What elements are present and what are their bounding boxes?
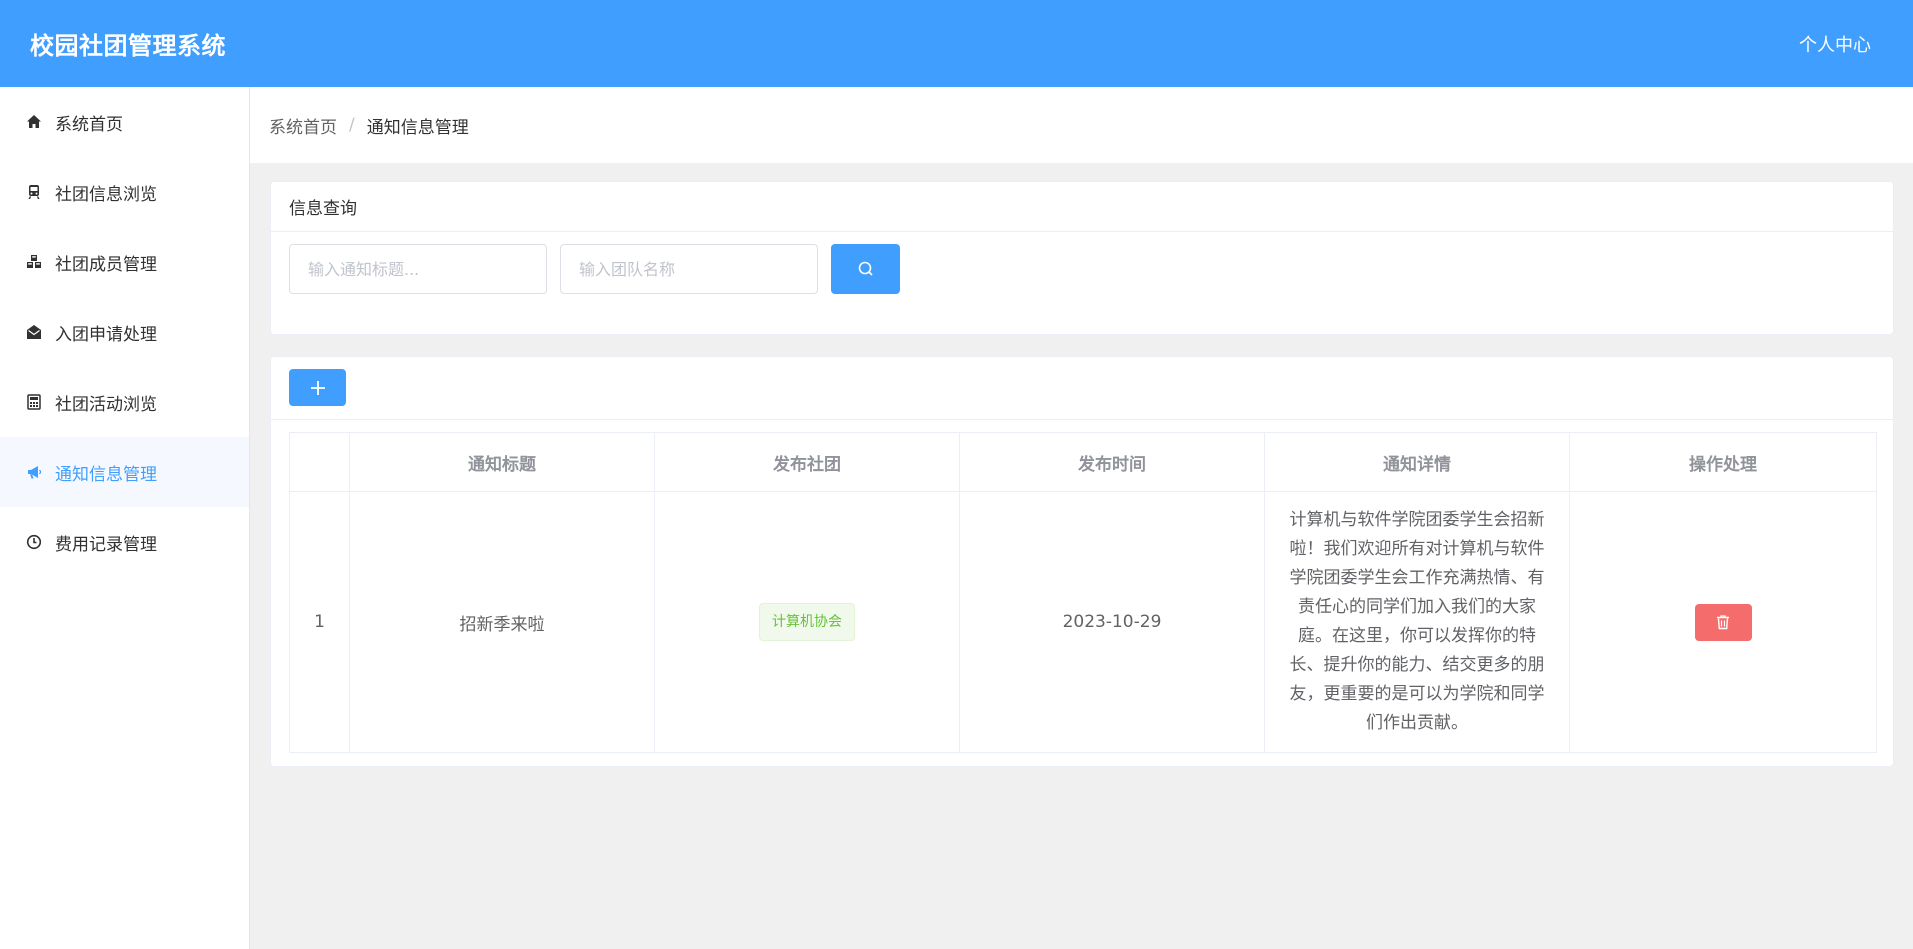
sidebar: 系统首页 社团信息浏览 社团成员管理 入团申请处理 社团活动浏览 通知信息管理: [0, 87, 250, 949]
sidebar-item-applications[interactable]: 入团申请处理: [0, 297, 249, 367]
table-header-row: 通知标题 发布社团 发布时间 通知详情 操作处理: [289, 432, 1877, 492]
column-header-time: 发布时间: [959, 432, 1265, 492]
breadcrumb-separator: /: [349, 115, 355, 135]
search-button[interactable]: [831, 244, 900, 294]
search-panel: 信息查询: [270, 181, 1894, 335]
search-row: [271, 232, 1893, 306]
sidebar-item-club-info[interactable]: 社团信息浏览: [0, 157, 249, 227]
sidebar-item-label: 入团申请处理: [55, 324, 157, 345]
sidebar-item-home[interactable]: 系统首页: [0, 87, 249, 157]
column-header-title: 通知标题: [349, 432, 655, 492]
column-header-club: 发布社团: [654, 432, 960, 492]
delete-button[interactable]: [1694, 603, 1752, 641]
breadcrumb-current: 通知信息管理: [366, 117, 469, 138]
notice-title-input[interactable]: [289, 244, 547, 294]
table-row: 1 招新季来啦 计算机协会 2023-10-29 计算机与软件学院团委学生会招新…: [289, 491, 1877, 753]
search-panel-title: 信息查询: [271, 182, 1893, 232]
user-center-link[interactable]: 个人中心: [1799, 31, 1871, 57]
breadcrumb-home[interactable]: 系统首页: [269, 113, 337, 138]
table-toolbar: [271, 357, 1893, 420]
sidebar-item-label: 通知信息管理: [55, 464, 157, 485]
team-name-input[interactable]: [560, 244, 818, 294]
table-wrapper: 通知标题 发布社团 发布时间 通知详情 操作处理 1 招新季来啦 计算机协会 2…: [271, 420, 1893, 765]
plus-icon: [310, 380, 325, 395]
row-index: 1: [289, 491, 350, 753]
column-header-detail: 通知详情: [1264, 432, 1570, 492]
bullhorn-icon: [25, 463, 43, 481]
club-cell: 计算机协会: [654, 491, 960, 753]
app-title: 校园社团管理系统: [30, 32, 226, 60]
sidebar-item-members[interactable]: 社团成员管理: [0, 227, 249, 297]
notice-detail: 计算机与软件学院团委学生会招新啦！我们欢迎所有对计算机与软件学院团委学生会工作充…: [1264, 491, 1570, 753]
club-tag: 计算机协会: [759, 603, 855, 641]
search-icon: [858, 261, 873, 276]
top-header: 校园社团管理系统 个人中心: [0, 0, 1913, 87]
publish-time: 2023-10-29: [959, 491, 1265, 753]
envelope-open-icon: [25, 323, 43, 341]
sidebar-item-label: 系统首页: [55, 114, 123, 135]
notice-title: 招新季来啦: [349, 491, 655, 753]
column-header-actions: 操作处理: [1569, 432, 1877, 492]
sidebar-item-label: 社团信息浏览: [55, 184, 157, 205]
breadcrumb: 系统首页 / 通知信息管理: [250, 87, 1913, 163]
actions-cell: [1569, 491, 1877, 753]
sidebar-item-activities[interactable]: 社团活动浏览: [0, 367, 249, 437]
notice-table: 通知标题 发布社团 发布时间 通知详情 操作处理 1 招新季来啦 计算机协会 2…: [289, 432, 1877, 753]
column-header-index: [289, 432, 350, 492]
notice-table-panel: 通知标题 发布社团 发布时间 通知详情 操作处理 1 招新季来啦 计算机协会 2…: [270, 356, 1894, 767]
calculator-icon: [25, 393, 43, 411]
sidebar-item-label: 社团活动浏览: [55, 394, 157, 415]
sidebar-item-fees[interactable]: 费用记录管理: [0, 507, 249, 577]
sidebar-item-notices[interactable]: 通知信息管理: [0, 437, 249, 507]
trash-icon: [1717, 615, 1729, 630]
sidebar-item-label: 社团成员管理: [55, 254, 157, 275]
home-icon: [25, 113, 43, 131]
sidebar-item-label: 费用记录管理: [55, 534, 157, 555]
clock-icon: [25, 533, 43, 551]
cubes-icon: [25, 253, 43, 271]
train-icon: [25, 183, 43, 201]
add-notice-button[interactable]: [289, 369, 346, 406]
